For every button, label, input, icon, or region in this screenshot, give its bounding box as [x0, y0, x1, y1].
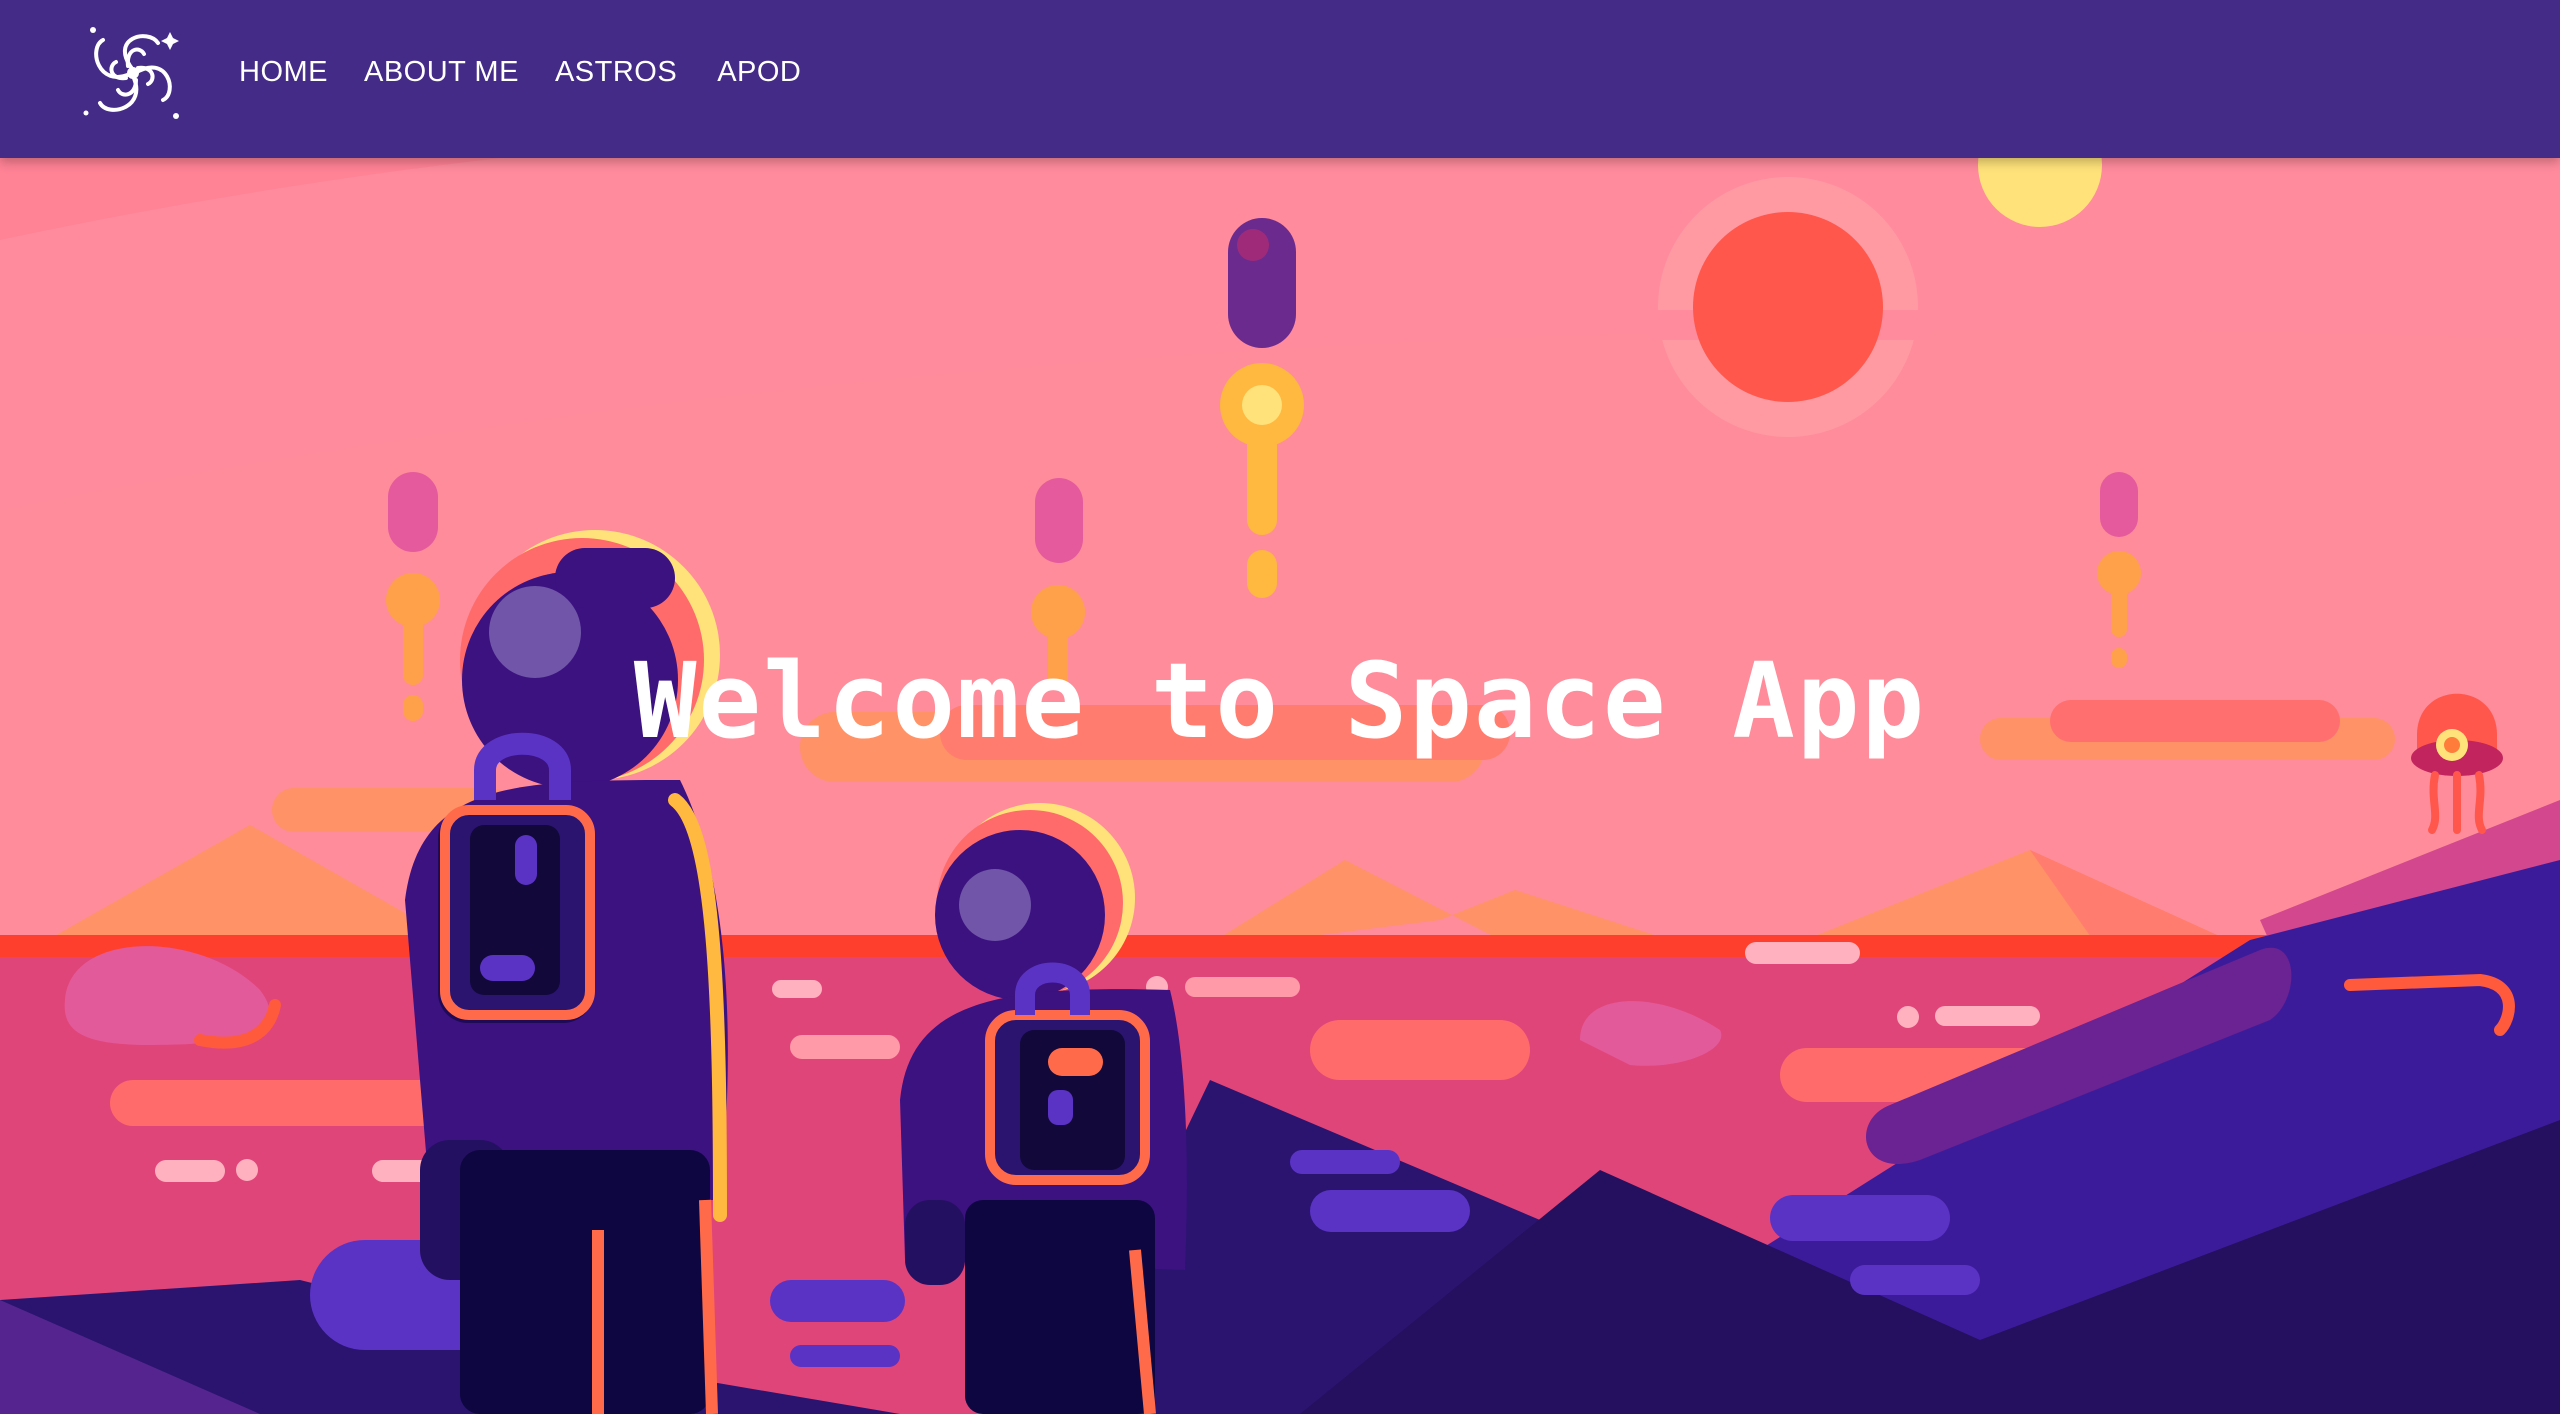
nav-link-home[interactable]: HOME — [239, 56, 328, 89]
galaxy-swirl-icon[interactable] — [78, 18, 188, 130]
sun-shape — [1693, 212, 1883, 402]
nav-links: HOME ABOUT ME ASTROS APOD — [239, 56, 837, 89]
nav-link-astros[interactable]: ASTROS — [555, 56, 677, 89]
top-navbar: HOME ABOUT ME ASTROS APOD — [0, 0, 2560, 158]
hero-title: Welcome to Space App — [633, 640, 1927, 762]
nav-link-apod[interactable]: APOD — [717, 56, 801, 89]
nav-link-about-me[interactable]: ABOUT ME — [364, 56, 519, 89]
